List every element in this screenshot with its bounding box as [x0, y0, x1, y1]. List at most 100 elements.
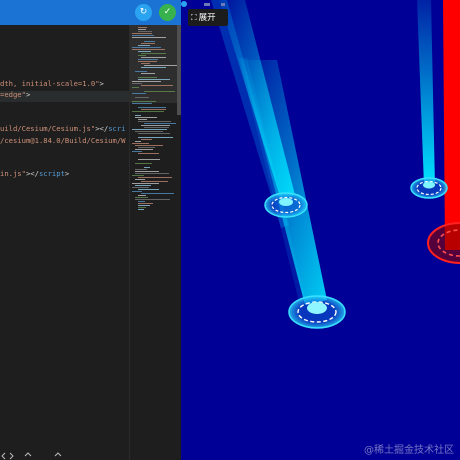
- minimap-line: [132, 49, 165, 50]
- minimap-line: [144, 65, 179, 66]
- minimap-line: [141, 125, 170, 126]
- minimap-line: [144, 167, 150, 168]
- expand-button[interactable]: ⛶ 展开: [188, 9, 228, 26]
- light-beam-2: [241, 60, 327, 305]
- code-line: uild/Cesium/Cesium.js"></scri: [0, 123, 126, 134]
- minimap-line: [141, 181, 168, 182]
- code-token: >: [64, 169, 70, 178]
- minimap-line: [138, 31, 152, 32]
- minimap-line: [135, 117, 157, 118]
- minimap-line: [138, 29, 146, 30]
- minimap-line: [144, 41, 155, 42]
- minimap-line: [135, 179, 145, 180]
- scene-canvas[interactable]: [181, 0, 460, 460]
- minimap-line: [138, 195, 146, 196]
- minimap-line: [132, 47, 161, 48]
- minimap-line: [135, 169, 147, 170]
- minimap-line: [138, 147, 155, 148]
- viewer-bottom-controls: [181, 1, 225, 7]
- minimap-line: [132, 83, 142, 84]
- minimap-line: [132, 143, 149, 144]
- minimap-line: [138, 201, 145, 202]
- light-beam-3: [417, 0, 435, 186]
- minimap-line: [132, 111, 164, 112]
- minimap-line: [132, 37, 166, 38]
- minimap-line: [135, 131, 163, 132]
- minimap-line: [138, 177, 172, 178]
- minimap-line: [135, 197, 148, 198]
- minimap-line: [135, 115, 141, 116]
- minimap-line: [132, 101, 156, 102]
- code-token: dth, initial-scale=1.0": [0, 79, 100, 88]
- minimap-line: [132, 35, 154, 36]
- minimap-line: [141, 109, 166, 110]
- code-token: script: [38, 169, 65, 178]
- minimap-line: [141, 139, 152, 140]
- minimap-line: [132, 191, 142, 192]
- minimap-line: [135, 71, 147, 72]
- minimap-line: [135, 199, 170, 200]
- code-line: in.js"></script>: [0, 168, 69, 179]
- minimap-line: [138, 189, 159, 190]
- ground-ring-red[interactable]: [427, 222, 460, 264]
- minimap-line: [141, 63, 150, 64]
- code-token: =edge": [0, 90, 26, 99]
- minimap-line: [138, 119, 147, 120]
- code-line: dth, initial-scale=1.0">: [0, 78, 104, 89]
- minimap-line: [138, 207, 146, 208]
- minimap-line: [138, 61, 157, 62]
- minimap-line: [144, 127, 169, 128]
- code-token: ></: [25, 169, 39, 178]
- minimap-line: [144, 91, 175, 92]
- minimap-line: [132, 33, 152, 34]
- code-token: uild/Cesium/Cesium.js": [0, 124, 96, 133]
- code-token: in.js": [0, 169, 26, 178]
- minimap-line: [132, 103, 152, 104]
- minimap-line: [138, 45, 150, 46]
- minimap-line: [138, 137, 173, 138]
- refresh-icon: ↻: [139, 7, 148, 17]
- ground-ring-1[interactable]: [264, 192, 308, 218]
- minimap-line: [132, 175, 144, 176]
- minimap-line: [138, 59, 158, 60]
- minimap-line: [138, 51, 151, 52]
- minimap-line: [141, 73, 155, 74]
- minimap-line: [144, 123, 176, 124]
- minimap-line: [132, 183, 159, 184]
- cesium-viewer[interactable]: ⛶ 展开 @稀土掘金技术社区: [181, 0, 460, 460]
- code-line: /cesium@1.84.0/Build/Cesium/W: [0, 135, 126, 146]
- ground-ring-2[interactable]: [288, 295, 346, 329]
- code-token: >: [99, 79, 104, 88]
- bottom-dot[interactable]: [181, 1, 187, 7]
- code-token: ></: [95, 124, 109, 133]
- minimap-line: [135, 97, 149, 98]
- minimap-line: [132, 151, 142, 152]
- minimap-line: [135, 145, 163, 146]
- minimap[interactable]: [129, 25, 181, 460]
- minimap-line: [141, 67, 166, 68]
- ground-ring-3[interactable]: [410, 177, 448, 199]
- minimap-line: [132, 81, 161, 82]
- code-area[interactable]: dth, initial-scale=1.0"> =edge"> uild/Ce…: [0, 25, 129, 460]
- minimap-line: [138, 205, 150, 206]
- minimap-line: [135, 185, 151, 186]
- refresh-button[interactable]: ↻: [135, 4, 152, 21]
- minimap-line: [138, 159, 160, 160]
- code-token: >: [25, 90, 31, 99]
- minimap-line: [138, 209, 144, 210]
- minimap-line: [135, 163, 152, 164]
- minimap-line: [141, 57, 166, 58]
- minimap-line: [135, 149, 153, 150]
- minimap-line: [138, 153, 159, 154]
- minimap-line: [141, 85, 173, 86]
- run-button[interactable]: ✓: [159, 4, 176, 21]
- expand-label: 展开: [198, 13, 216, 23]
- minimap-line: [132, 187, 149, 188]
- minimap-line: [135, 141, 141, 142]
- minimap-line: [138, 133, 170, 134]
- minimap-line: [138, 77, 157, 78]
- minimap-line: [138, 107, 166, 108]
- bottom-marker: [221, 3, 225, 6]
- minimap-line: [138, 121, 171, 122]
- minimap-line: [135, 171, 159, 172]
